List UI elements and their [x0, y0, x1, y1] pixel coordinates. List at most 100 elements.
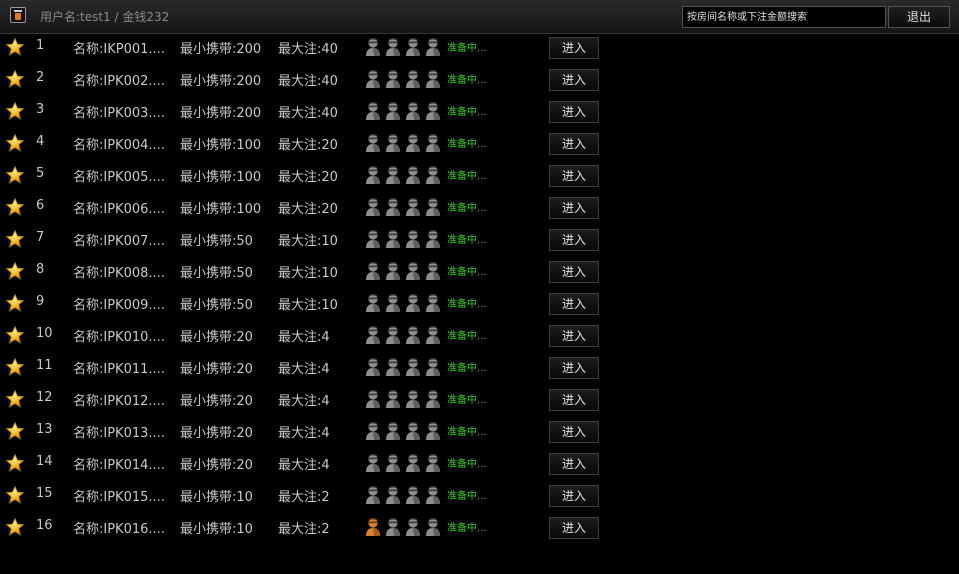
- enter-room-button[interactable]: 进入: [549, 133, 599, 155]
- enter-room-button[interactable]: 进入: [549, 101, 599, 123]
- room-row: 12 名称:IPK012.... 最小携带:20 最大注:4 准备中... 进入: [0, 385, 959, 417]
- enter-room-button[interactable]: 进入: [549, 261, 599, 283]
- room-row: 5 名称:IPK005.... 最小携带:100 最大注:20 准备中... 进…: [0, 161, 959, 193]
- enter-room-button[interactable]: 进入: [549, 325, 599, 347]
- room-row: 4 名称:IPK004.... 最小携带:100 最大注:20 准备中... 进…: [0, 129, 959, 161]
- star-icon: [5, 229, 25, 249]
- seat-empty-icon: [405, 356, 421, 376]
- room-max-bet: 最大注:40: [278, 106, 338, 121]
- enter-room-button[interactable]: 进入: [549, 69, 599, 91]
- seat-empty-icon: [425, 420, 441, 440]
- room-min-carry: 最小携带:20: [180, 394, 253, 409]
- seat-empty-icon: [425, 68, 441, 88]
- enter-room-button[interactable]: 进入: [549, 453, 599, 475]
- room-min-carry: 最小携带:10: [180, 490, 253, 505]
- room-max-bet: 最大注:20: [278, 170, 338, 185]
- room-max-bet: 最大注:2: [278, 490, 330, 505]
- seat-empty-icon: [365, 164, 381, 184]
- seat-empty-icon: [405, 516, 421, 536]
- search-input[interactable]: [682, 6, 886, 28]
- seat-empty-icon: [385, 164, 401, 184]
- room-min-carry: 最小携带:50: [180, 298, 253, 313]
- room-row: 8 名称:IPK008.... 最小携带:50 最大注:10 准备中... 进入: [0, 257, 959, 289]
- room-status: 准备中...: [447, 235, 487, 246]
- room-status: 准备中...: [447, 363, 487, 374]
- room-name: 名称:IPK007....: [73, 234, 165, 249]
- room-name: 名称:IPK005....: [73, 170, 165, 185]
- star-icon: [5, 389, 25, 409]
- top-bar: 用户名:test1 / 金钱232 退出: [0, 0, 959, 34]
- room-min-carry: 最小携带:10: [180, 522, 253, 537]
- seat-empty-icon: [405, 36, 421, 56]
- room-name: 名称:IPK015....: [73, 490, 165, 505]
- room-min-carry: 最小携带:200: [180, 74, 262, 89]
- seat-empty-icon: [405, 100, 421, 120]
- room-min-carry: 最小携带:200: [180, 42, 262, 57]
- enter-room-button[interactable]: 进入: [549, 485, 599, 507]
- seat-empty-icon: [405, 324, 421, 344]
- room-index: 1: [36, 38, 45, 53]
- seat-empty-icon: [405, 420, 421, 440]
- room-index: 10: [36, 326, 53, 341]
- seat-empty-icon: [405, 68, 421, 88]
- room-max-bet: 最大注:20: [278, 138, 338, 153]
- star-icon: [5, 293, 25, 313]
- room-name: 名称:IPK013....: [73, 426, 165, 441]
- seat-empty-icon: [405, 228, 421, 248]
- seat-empty-icon: [385, 516, 401, 536]
- seat-empty-icon: [365, 452, 381, 472]
- room-row: 7 名称:IPK007.... 最小携带:50 最大注:10 准备中... 进入: [0, 225, 959, 257]
- app-icon: [10, 7, 26, 23]
- enter-room-button[interactable]: 进入: [549, 165, 599, 187]
- star-icon: [5, 421, 25, 441]
- user-info: 用户名:test1 / 金钱232: [40, 10, 170, 24]
- seat-empty-icon: [365, 228, 381, 248]
- enter-room-button[interactable]: 进入: [549, 421, 599, 443]
- room-index: 6: [36, 198, 45, 213]
- room-max-bet: 最大注:4: [278, 362, 330, 377]
- room-name: 名称:IPK004....: [73, 138, 165, 153]
- enter-room-button[interactable]: 进入: [549, 357, 599, 379]
- room-min-carry: 最小携带:100: [180, 170, 262, 185]
- room-status: 准备中...: [447, 171, 487, 182]
- seat-empty-icon: [425, 228, 441, 248]
- seat-empty-icon: [425, 484, 441, 504]
- enter-room-button[interactable]: 进入: [549, 197, 599, 219]
- room-status: 准备中...: [447, 523, 487, 534]
- enter-room-button[interactable]: 进入: [549, 37, 599, 59]
- enter-room-button[interactable]: 进入: [549, 293, 599, 315]
- seat-empty-icon: [425, 452, 441, 472]
- room-row: 15 名称:IPK015.... 最小携带:10 最大注:2 准备中... 进入: [0, 481, 959, 513]
- seat-empty-icon: [385, 260, 401, 280]
- room-name: 名称:IPK003....: [73, 106, 165, 121]
- room-status: 准备中...: [447, 331, 487, 342]
- room-name: 名称:IPK016....: [73, 522, 165, 537]
- seat-empty-icon: [365, 260, 381, 280]
- enter-room-button[interactable]: 进入: [549, 517, 599, 539]
- room-name: 名称:IPK012....: [73, 394, 165, 409]
- star-icon: [5, 453, 25, 473]
- room-min-carry: 最小携带:20: [180, 458, 253, 473]
- enter-room-button[interactable]: 进入: [549, 389, 599, 411]
- room-row: 9 名称:IPK009.... 最小携带:50 最大注:10 准备中... 进入: [0, 289, 959, 321]
- seat-empty-icon: [425, 260, 441, 280]
- room-max-bet: 最大注:10: [278, 266, 338, 281]
- seat-empty-icon: [425, 164, 441, 184]
- room-index: 9: [36, 294, 45, 309]
- seat-empty-icon: [365, 292, 381, 312]
- enter-room-button[interactable]: 进入: [549, 229, 599, 251]
- seat-empty-icon: [425, 100, 441, 120]
- room-index: 3: [36, 102, 45, 117]
- room-name: 名称:IKP001....: [73, 42, 165, 57]
- star-icon: [5, 197, 25, 217]
- room-status: 准备中...: [447, 299, 487, 310]
- room-row: 14 名称:IPK014.... 最小携带:20 最大注:4 准备中... 进入: [0, 449, 959, 481]
- room-min-carry: 最小携带:20: [180, 362, 253, 377]
- room-list: 1 名称:IKP001.... 最小携带:200 最大注:40 准备中... 进…: [0, 33, 959, 545]
- room-status: 准备中...: [447, 395, 487, 406]
- room-max-bet: 最大注:2: [278, 522, 330, 537]
- logout-button[interactable]: 退出: [888, 6, 950, 28]
- star-icon: [5, 517, 25, 537]
- room-status: 准备中...: [447, 267, 487, 278]
- room-index: 13: [36, 422, 53, 437]
